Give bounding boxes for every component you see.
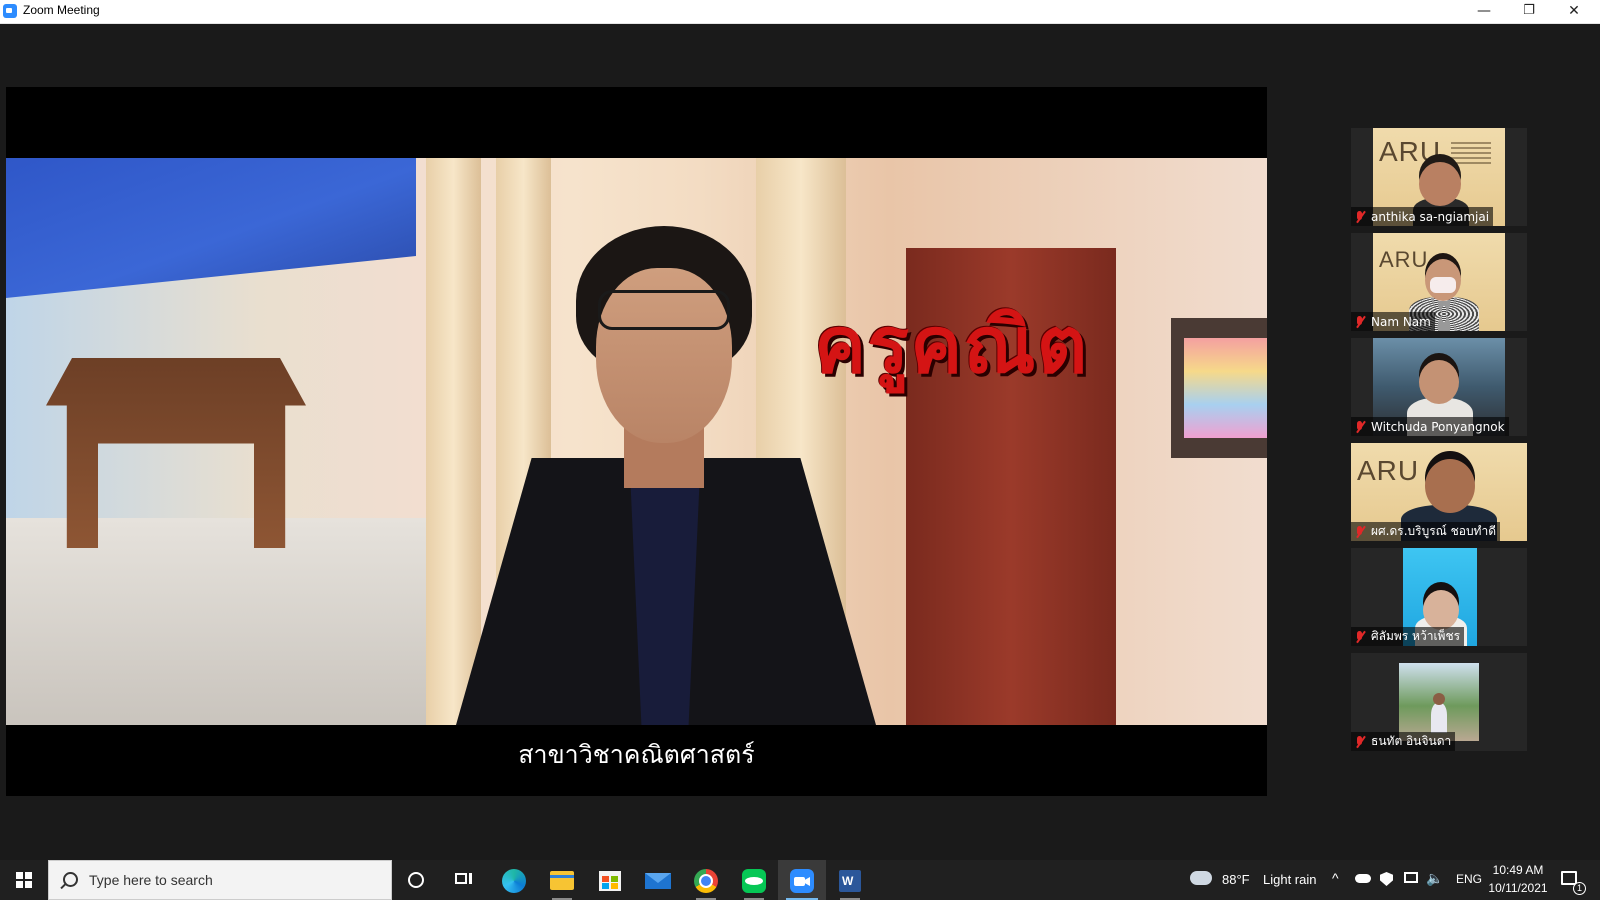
participant-head [1425,459,1475,513]
mic-muted-icon [1354,315,1366,329]
window-title: Zoom Meeting [23,3,100,17]
participant-head [1433,693,1445,705]
store-icon[interactable] [586,860,634,900]
participant-name: ศิลัมพร หว้าเพ็ชร [1371,629,1461,643]
task-view-icon[interactable] [440,860,488,900]
mic-muted-icon [1354,630,1366,644]
language-indicator[interactable]: ENG [1456,872,1482,886]
edge-icon[interactable] [490,860,538,900]
blue-awning [6,158,416,298]
participant-head [1419,360,1459,404]
show-hidden-icons-chevron-icon[interactable]: ^ [1332,870,1339,886]
onedrive-icon[interactable] [1355,874,1371,883]
participant-name: ผศ.ดร.บริบูรณ์ ชอบทำดี [1371,524,1496,538]
windows-logo-icon [16,872,32,888]
banner-decoration [1451,142,1491,166]
participant-tile[interactable]: ARU ผศ.ดร.บริบูรณ์ ชอบทำดี [1351,443,1527,541]
zoom-app-icon [3,4,17,18]
clock-date[interactable]: 10/11/2021 [1484,881,1552,895]
participant-namebar: Witchuda Ponyangnok [1351,417,1509,436]
mic-muted-icon [1354,735,1366,749]
participant-video [1399,663,1479,741]
weather-condition[interactable]: Light rain [1263,872,1316,887]
notification-count-badge: 1 [1573,882,1586,895]
title-bar: Zoom Meeting — ❐ ✕ [0,0,1600,24]
participant-tile[interactable]: ARU anthika sa-ngiamjai [1351,128,1527,226]
participant-namebar: anthika sa-ngiamjai [1351,207,1494,226]
minimize-button[interactable]: — [1462,0,1506,23]
aru-banner-text: ARU [1357,455,1420,486]
speaker-glasses [598,290,730,330]
close-button[interactable]: ✕ [1552,0,1596,23]
mic-muted-icon [1354,525,1366,539]
participant-tile[interactable]: ARU Nam Nam [1351,233,1527,331]
walkway [6,518,436,725]
participant-namebar: ศิลัมพร หว้าเพ็ชร [1351,627,1465,646]
mic-muted-icon [1354,210,1366,224]
participant-head [1419,162,1461,206]
participant-body [1431,703,1447,733]
taskbar-search-box[interactable]: Type here to search [48,860,392,900]
restore-button[interactable]: ❐ [1507,0,1551,23]
participant-namebar: Nam Nam [1351,312,1435,331]
speaker-video: ครูคณิต [6,158,1267,725]
participant-name: Witchuda Ponyangnok [1371,419,1505,434]
mic-muted-icon [1354,420,1366,434]
chrome-icon[interactable] [682,860,730,900]
security-shield-icon[interactable] [1380,872,1393,886]
main-video-stage[interactable]: ครูคณิต สาขาวิชาคณิตศาสตร์ [6,87,1267,796]
video-subtitle: สาขาวิชาคณิตศาสตร์ [518,740,755,769]
search-icon [63,872,78,887]
face-mask [1430,277,1456,293]
wall-poster [1184,338,1267,438]
cortana-icon[interactable] [392,860,440,900]
participant-name: anthika sa-ngiamjai [1371,209,1490,224]
participant-tile[interactable]: Witchuda Ponyangnok [1351,338,1527,436]
participant-tile[interactable]: ธนทัต อินจินดา [1351,653,1527,751]
search-placeholder: Type here to search [89,872,213,888]
pillar [426,158,481,725]
zoom-icon[interactable] [778,860,826,900]
participant-namebar: ผศ.ดร.บริบูรณ์ ชอบทำดี [1351,522,1500,541]
weather-temp[interactable]: 88°F [1222,872,1250,887]
video-overlay-title: ครูคณิต [814,301,1089,391]
participant-tile[interactable]: ศิลัมพร หว้าเพ็ชร [1351,548,1527,646]
line-icon[interactable] [730,860,778,900]
participant-name: Nam Nam [1371,314,1431,329]
taskbar: Type here to search W 88°F Light rain ^ … [0,860,1600,900]
volume-icon[interactable]: 🔈 [1426,870,1443,887]
network-icon[interactable] [1404,872,1418,883]
participant-namebar: ธนทัต อินจินดา [1351,732,1456,751]
mail-icon[interactable] [634,860,682,900]
word-icon[interactable]: W [826,860,874,900]
clock-time[interactable]: 10:49 AM [1488,863,1548,877]
participant-name: ธนทัต อินจินดา [1371,734,1452,748]
participant-head [1423,590,1459,630]
start-button[interactable] [0,860,48,900]
weather-cloud-icon[interactable] [1190,871,1212,885]
file-explorer-icon[interactable] [538,860,586,900]
aru-banner-text: ARU [1379,247,1429,272]
